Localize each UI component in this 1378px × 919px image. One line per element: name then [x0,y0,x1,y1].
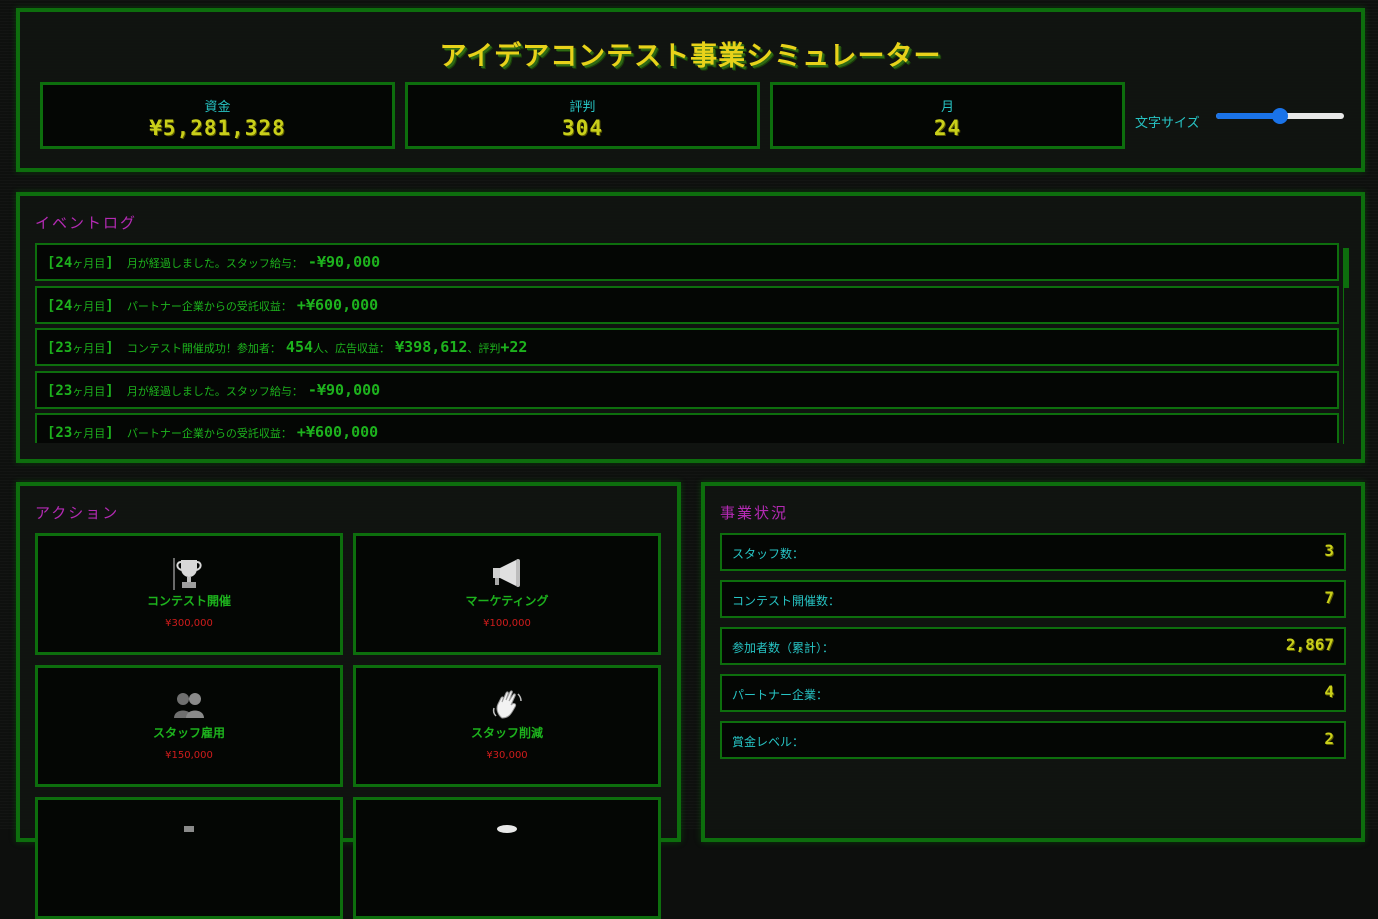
partial-icon [184,826,194,832]
month-label: 月 [940,100,954,115]
reputation-stat: 評判 304 [405,82,760,149]
slider-fill [1216,113,1280,119]
log-item: [23ヶ月目] コンテスト開催成功！参加者： 454人、広告収益： ¥398,6… [35,328,1339,366]
log-item: [23ヶ月目] パートナー企業からの受託収益： +¥600,000 [35,413,1339,443]
status-row-partners: パートナー企業： 4 [720,674,1346,712]
event-log-title: イベントログ [35,214,138,232]
trophy-icon [173,558,202,590]
header-panel: アイデアコンテスト事業シミュレーター 資金 ¥5,281,328 評判 304 … [16,8,1365,172]
event-log-panel: イベントログ [24ヶ月目] 月が経過しました。スタッフ給与： -¥90,000… [16,192,1365,463]
log-item: [23ヶ月目] 月が経過しました。スタッフ給与： -¥90,000 [35,371,1339,409]
action-name: マーケティング [465,594,549,608]
status-label: コンテスト開催数： [732,594,841,608]
reputation-label: 評判 [569,100,596,115]
action-name: コンテスト開催 [146,594,231,608]
waving-hand-icon [492,690,522,719]
font-size-slider[interactable] [1216,108,1344,124]
event-log-scroll-thumb[interactable] [1343,248,1349,288]
action-cost: ¥100,000 [483,618,531,629]
log-amount: +¥600,000 [296,296,379,314]
log-text: コンテスト開催成功！参加者： [126,342,281,355]
status-value: 2 [1324,729,1334,748]
partial-icon [497,825,517,833]
log-revenue: ¥398,612 [395,338,468,356]
log-text: 月が経過しました。スタッフ給与： [126,257,303,270]
log-month: [23ヶ月目] [47,383,114,399]
month-value: 24 [933,116,962,140]
status-value: 4 [1324,682,1334,701]
funds-stat: 資金 ¥5,281,328 [40,82,395,149]
hire-staff-button[interactable]: スタッフ雇用 ¥150,000 [35,665,343,787]
log-text: 月が経過しました。スタッフ給与： [126,385,303,398]
log-text: 人、広告収益： [313,342,391,355]
status-row-participants: 参加者数（累計）： 2,867 [720,627,1346,665]
status-label: スタッフ数： [732,547,805,561]
action-name: スタッフ雇用 [152,726,225,740]
log-month: [23ヶ月目] [47,340,114,356]
business-status-panel: 事業状況 スタッフ数： 3 コンテスト開催数： 7 参加者数（累計）： 2,86… [701,482,1365,842]
log-month: [23ヶ月目] [47,425,114,441]
log-participants: 454 [285,338,314,356]
log-month: [24ヶ月目] [47,255,114,271]
log-month: [24ヶ月目] [47,298,114,314]
action-cost: ¥30,000 [486,750,528,761]
log-amount: -¥90,000 [307,381,381,399]
log-text: 、評判 [467,342,501,355]
action-card-partial[interactable] [35,797,343,919]
funds-label: 資金 [204,100,231,115]
action-name: スタッフ削減 [470,726,543,740]
log-item: [24ヶ月目] 月が経過しました。スタッフ給与： -¥90,000 [35,243,1339,281]
action-cost: ¥300,000 [165,618,213,629]
font-size-label: 文字サイズ [1135,116,1200,131]
status-label: 参加者数（累計）： [732,641,835,655]
marketing-button[interactable]: マーケティング ¥100,000 [353,533,661,655]
status-label: パートナー企業： [732,688,829,702]
log-text: パートナー企業からの受託収益： [126,300,292,313]
log-item: [24ヶ月目] パートナー企業からの受託収益： +¥600,000 [35,286,1339,324]
month-stat: 月 24 [770,82,1125,149]
status-value: 2,867 [1285,635,1334,654]
log-reputation: +22 [500,338,528,356]
app-title: アイデアコンテスト事業シミュレーター [439,41,942,72]
hold-contest-button[interactable]: コンテスト開催 ¥300,000 [35,533,343,655]
funds-value: ¥5,281,328 [149,116,286,140]
action-cost: ¥150,000 [165,750,213,761]
event-log-list: [24ヶ月目] 月が経過しました。スタッフ給与： -¥90,000 [24ヶ月目… [35,243,1346,443]
status-row-contests: コンテスト開催数： 7 [720,580,1346,618]
business-status-title: 事業状況 [720,504,789,522]
status-row-prize-level: 賞金レベル： 2 [720,721,1346,759]
reputation-value: 304 [562,116,603,140]
actions-panel: アクション コンテスト開催 ¥300,000 マーケティング ¥100,000 [16,482,681,919]
megaphone-icon [493,559,520,587]
log-amount: -¥90,000 [307,253,381,271]
action-card-partial[interactable] [353,797,661,919]
status-row-staff: スタッフ数： 3 [720,533,1346,571]
people-icon [174,693,204,718]
log-amount: +¥600,000 [296,423,379,441]
status-label: 賞金レベル： [732,735,805,749]
reduce-staff-button[interactable]: スタッフ削減 ¥30,000 [353,665,661,787]
log-text: パートナー企業からの受託収益： [126,427,292,440]
status-value: 7 [1324,588,1334,607]
status-value: 3 [1324,541,1334,560]
actions-title: アクション [35,504,120,522]
slider-thumb[interactable] [1272,108,1288,124]
